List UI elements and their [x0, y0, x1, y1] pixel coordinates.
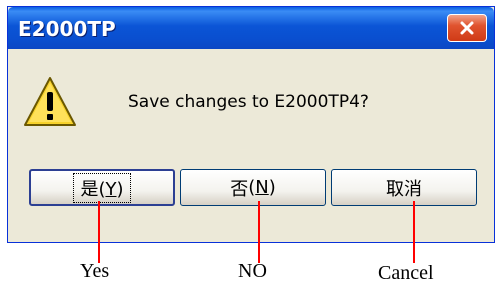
- cancel-callout-line: [413, 201, 415, 263]
- cancel-button[interactable]: 取消: [331, 169, 477, 206]
- close-button[interactable]: [447, 14, 487, 42]
- yes-button-label: 是: [80, 178, 99, 200]
- window-title: E2000TP: [18, 17, 116, 41]
- cancel-annotation: Cancel: [378, 262, 434, 284]
- yes-annotation: Yes: [80, 260, 110, 282]
- no-button[interactable]: 否(N): [180, 169, 326, 206]
- no-accelerator: N: [255, 177, 269, 198]
- cancel-button-label: 取消: [386, 178, 422, 200]
- yes-accelerator: Y: [105, 178, 117, 200]
- title-bar[interactable]: E2000TP: [8, 7, 494, 49]
- yes-button[interactable]: 是(Y): [29, 169, 175, 206]
- save-changes-dialog: E2000TP: [7, 6, 495, 243]
- warning-icon: [24, 77, 76, 126]
- no-callout-line: [258, 201, 260, 263]
- close-icon: [460, 21, 474, 35]
- no-button-label: 否: [230, 178, 249, 200]
- yes-callout-line: [98, 201, 100, 263]
- yes-focus-outline: 是(Y): [73, 172, 131, 203]
- dialog-message: Save changes to E2000TP4?: [128, 92, 369, 112]
- no-annotation: NO: [238, 260, 267, 282]
